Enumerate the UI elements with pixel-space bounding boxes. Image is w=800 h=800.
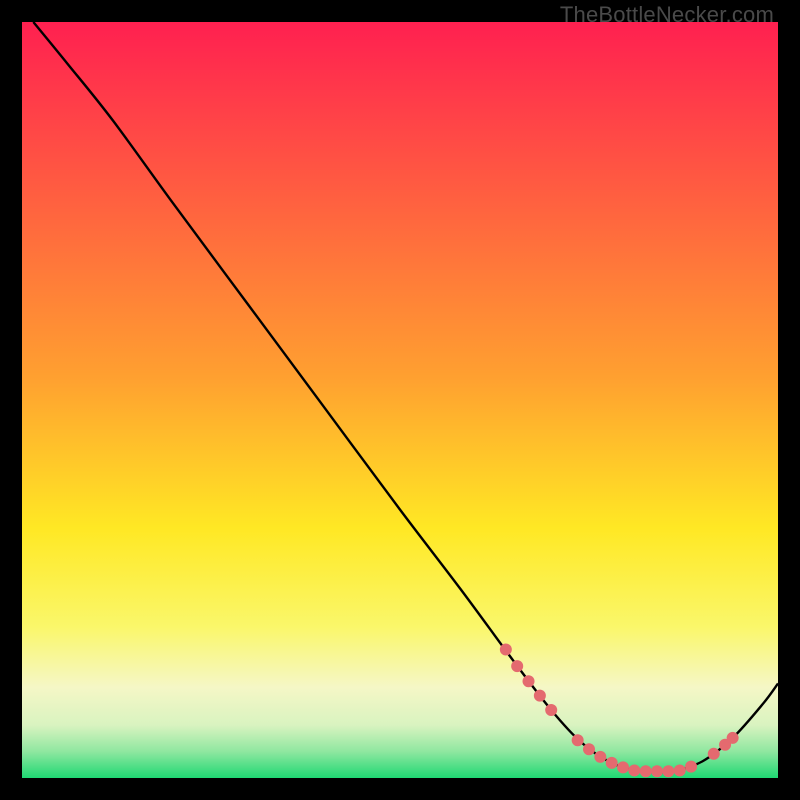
data-marker (572, 734, 584, 746)
data-marker (617, 761, 629, 773)
gradient-background (22, 22, 778, 778)
data-marker (685, 761, 697, 773)
data-marker (511, 660, 523, 672)
data-marker (727, 732, 739, 744)
chart-svg (22, 22, 778, 778)
data-marker (674, 764, 686, 776)
data-marker (708, 748, 720, 760)
data-marker (534, 690, 546, 702)
chart-frame (22, 22, 778, 778)
data-marker (628, 764, 640, 776)
watermark-text: TheBottleNecker.com (560, 2, 774, 28)
data-marker (583, 743, 595, 755)
data-marker (606, 757, 618, 769)
data-marker (500, 643, 512, 655)
data-marker (594, 751, 606, 763)
data-marker (640, 765, 652, 777)
data-marker (651, 765, 663, 777)
data-marker (662, 765, 674, 777)
data-marker (545, 704, 557, 716)
data-marker (523, 675, 535, 687)
